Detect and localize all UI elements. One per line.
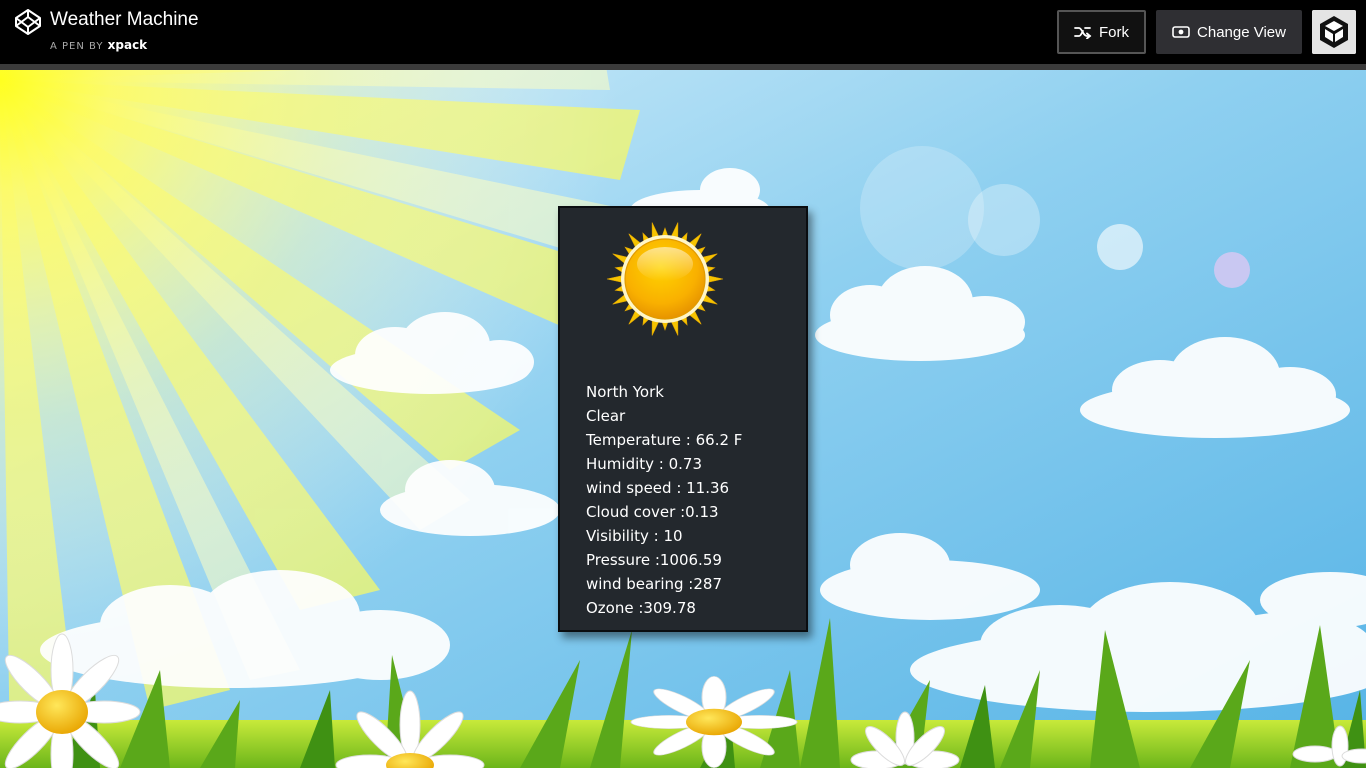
change-view-label: Change View — [1197, 23, 1286, 41]
byline-prefix: A PEN BY — [50, 41, 104, 52]
pen-byline: A PEN BY xpack — [50, 38, 147, 52]
ozone-value: Ozone :309.78 — [586, 599, 696, 617]
weather-card: North York Clear Temperature : 66.2 F Hu… — [558, 206, 808, 632]
wind-bearing-value: wind bearing :287 — [586, 575, 722, 593]
change-view-button[interactable]: Change View — [1156, 10, 1302, 54]
weather-summary: Clear — [586, 407, 626, 425]
author-link[interactable]: xpack — [108, 38, 148, 52]
weather-details: North York Clear Temperature : 66.2 F Hu… — [586, 380, 742, 620]
humidity-value: Humidity : 0.73 — [586, 455, 703, 473]
fork-button[interactable]: Fork — [1057, 10, 1146, 54]
temperature-value: Temperature : 66.2 F — [586, 431, 743, 449]
pressure-value: Pressure :1006.59 — [586, 551, 722, 569]
eye-icon — [1172, 26, 1190, 38]
cloud-cover-value: Cloud cover :0.13 — [586, 503, 719, 521]
pen-title: Weather Machine — [50, 9, 199, 30]
sun-icon — [606, 222, 724, 336]
user-avatar-icon — [1312, 10, 1356, 54]
pen-header: Weather Machine A PEN BY xpack Fork Chan… — [0, 0, 1366, 64]
user-avatar[interactable] — [1312, 10, 1356, 54]
fork-label: Fork — [1099, 23, 1129, 41]
codepen-logo-icon[interactable] — [14, 8, 42, 36]
wind-speed-value: wind speed : 11.36 — [586, 479, 730, 497]
location-name: North York — [586, 383, 664, 401]
fork-icon — [1074, 27, 1092, 39]
visibility-value: Visibility : 10 — [586, 527, 683, 545]
